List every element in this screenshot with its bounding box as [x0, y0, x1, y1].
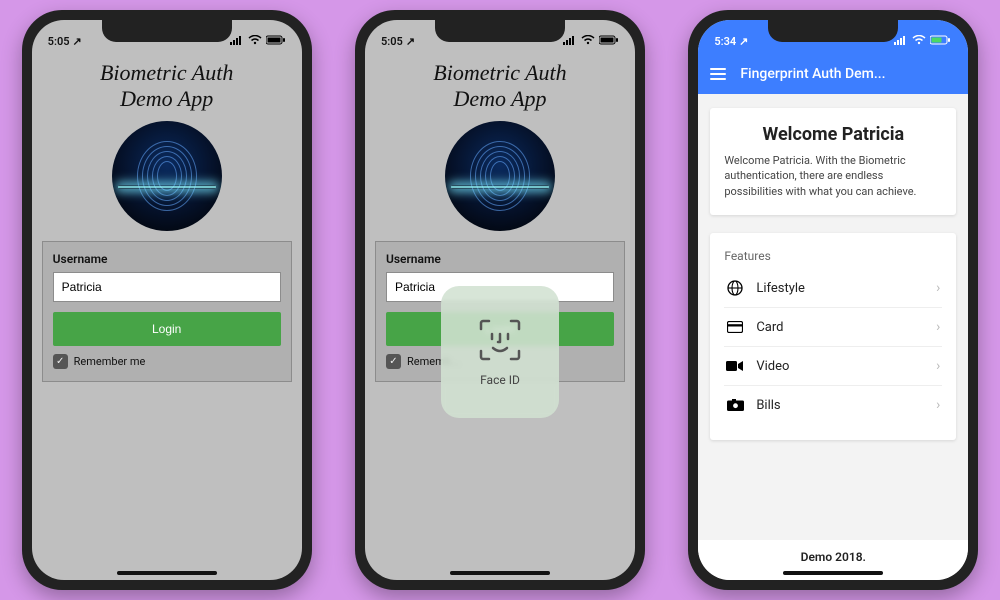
title-line1: Biometric Auth — [32, 60, 302, 86]
feature-label: Bills — [756, 398, 924, 413]
phone-login: 5:05 ↗ Biometric Auth Demo App — [22, 10, 312, 590]
battery-icon — [599, 35, 619, 48]
home-indicator[interactable] — [450, 571, 550, 575]
welcome-body: Welcome Patricia. With the Biometric aut… — [724, 153, 942, 199]
card-icon — [726, 321, 744, 333]
welcome-title: Welcome Patricia — [724, 124, 942, 145]
feature-label: Card — [756, 320, 924, 335]
screen-dashboard: 5:34 ↗ Fingerprint Auth De — [698, 20, 968, 580]
wifi-icon — [581, 35, 595, 48]
wifi-icon — [248, 35, 262, 48]
chevron-right-icon: › — [936, 358, 940, 374]
fingerprint-icon — [137, 141, 197, 211]
status-time: 5:34 ↗ — [714, 35, 748, 48]
home-indicator[interactable] — [117, 571, 217, 575]
title-line1: Biometric Auth — [365, 60, 635, 86]
topbar: Fingerprint Auth Dem... — [698, 54, 968, 94]
remember-checkbox[interactable]: ✓ — [53, 354, 68, 369]
signal-icon — [894, 35, 908, 48]
username-label: Username — [53, 252, 281, 266]
faceid-icon — [477, 317, 523, 363]
feature-row-lifestyle[interactable]: Lifestyle › — [724, 269, 942, 308]
faceid-prompt[interactable]: Face ID — [441, 286, 559, 418]
chevron-right-icon: › — [936, 397, 940, 413]
fingerprint-graphic — [112, 121, 222, 231]
chevron-right-icon: › — [936, 280, 940, 296]
status-icons — [230, 35, 286, 48]
location-arrow-icon: ↗ — [406, 35, 415, 48]
time-label: 5:05 — [48, 35, 70, 48]
fingerprint-icon — [470, 141, 530, 211]
status-icons — [894, 35, 952, 48]
scan-line — [118, 185, 216, 189]
video-icon — [726, 360, 744, 372]
camera-icon — [726, 399, 744, 411]
dashboard-body: Welcome Patricia Welcome Patricia. With … — [698, 94, 968, 540]
notch — [768, 20, 898, 42]
app-title: Biometric Auth Demo App — [365, 60, 635, 113]
signal-icon — [230, 35, 244, 48]
notch — [102, 20, 232, 42]
phone-dashboard: 5:34 ↗ Fingerprint Auth De — [688, 10, 978, 590]
time-label: 5:34 — [714, 35, 736, 48]
signal-icon — [563, 35, 577, 48]
status-icons — [563, 35, 619, 48]
remember-label: Remember me — [74, 355, 146, 368]
battery-icon — [266, 35, 286, 48]
chevron-right-icon: › — [936, 319, 940, 335]
feature-label: Lifestyle — [756, 281, 924, 296]
faceid-label: Face ID — [480, 373, 520, 387]
notch — [435, 20, 565, 42]
remember-checkbox[interactable]: ✓ — [386, 354, 401, 369]
feature-row-bills[interactable]: Bills › — [724, 386, 942, 424]
status-time: 5:05 ↗ — [381, 35, 415, 48]
features-label: Features — [724, 249, 942, 263]
features-card: Features Lifestyle › Card › — [710, 233, 956, 440]
username-label: Username — [386, 252, 614, 266]
menu-icon[interactable] — [710, 68, 726, 80]
scan-line — [451, 185, 549, 189]
welcome-card: Welcome Patricia Welcome Patricia. With … — [710, 108, 956, 215]
title-line2: Demo App — [365, 86, 635, 112]
fingerprint-graphic — [445, 121, 555, 231]
feature-row-card[interactable]: Card › — [724, 308, 942, 347]
login-button[interactable]: Login — [53, 312, 281, 346]
home-indicator[interactable] — [783, 571, 883, 575]
topbar-title: Fingerprint Auth Dem... — [740, 66, 956, 82]
feature-label: Video — [756, 359, 924, 374]
location-arrow-icon: ↗ — [73, 35, 82, 48]
location-arrow-icon: ↗ — [739, 35, 748, 48]
wifi-icon — [912, 35, 926, 48]
screen-login: 5:05 ↗ Biometric Auth Demo App — [32, 20, 302, 580]
time-label: 5:05 — [381, 35, 403, 48]
status-time: 5:05 ↗ — [48, 35, 82, 48]
feature-row-video[interactable]: Video › — [724, 347, 942, 386]
battery-charging-icon — [930, 35, 952, 48]
login-form: Username Login ✓ Remember me — [42, 241, 292, 382]
phone-faceid: 5:05 ↗ Biometric Auth Demo App — [355, 10, 645, 590]
remember-me[interactable]: ✓ Remember me — [53, 354, 281, 369]
app-title: Biometric Auth Demo App — [32, 60, 302, 113]
title-line2: Demo App — [32, 86, 302, 112]
username-input[interactable] — [53, 272, 281, 302]
globe-icon — [726, 280, 744, 296]
screen-faceid: 5:05 ↗ Biometric Auth Demo App — [365, 20, 635, 580]
